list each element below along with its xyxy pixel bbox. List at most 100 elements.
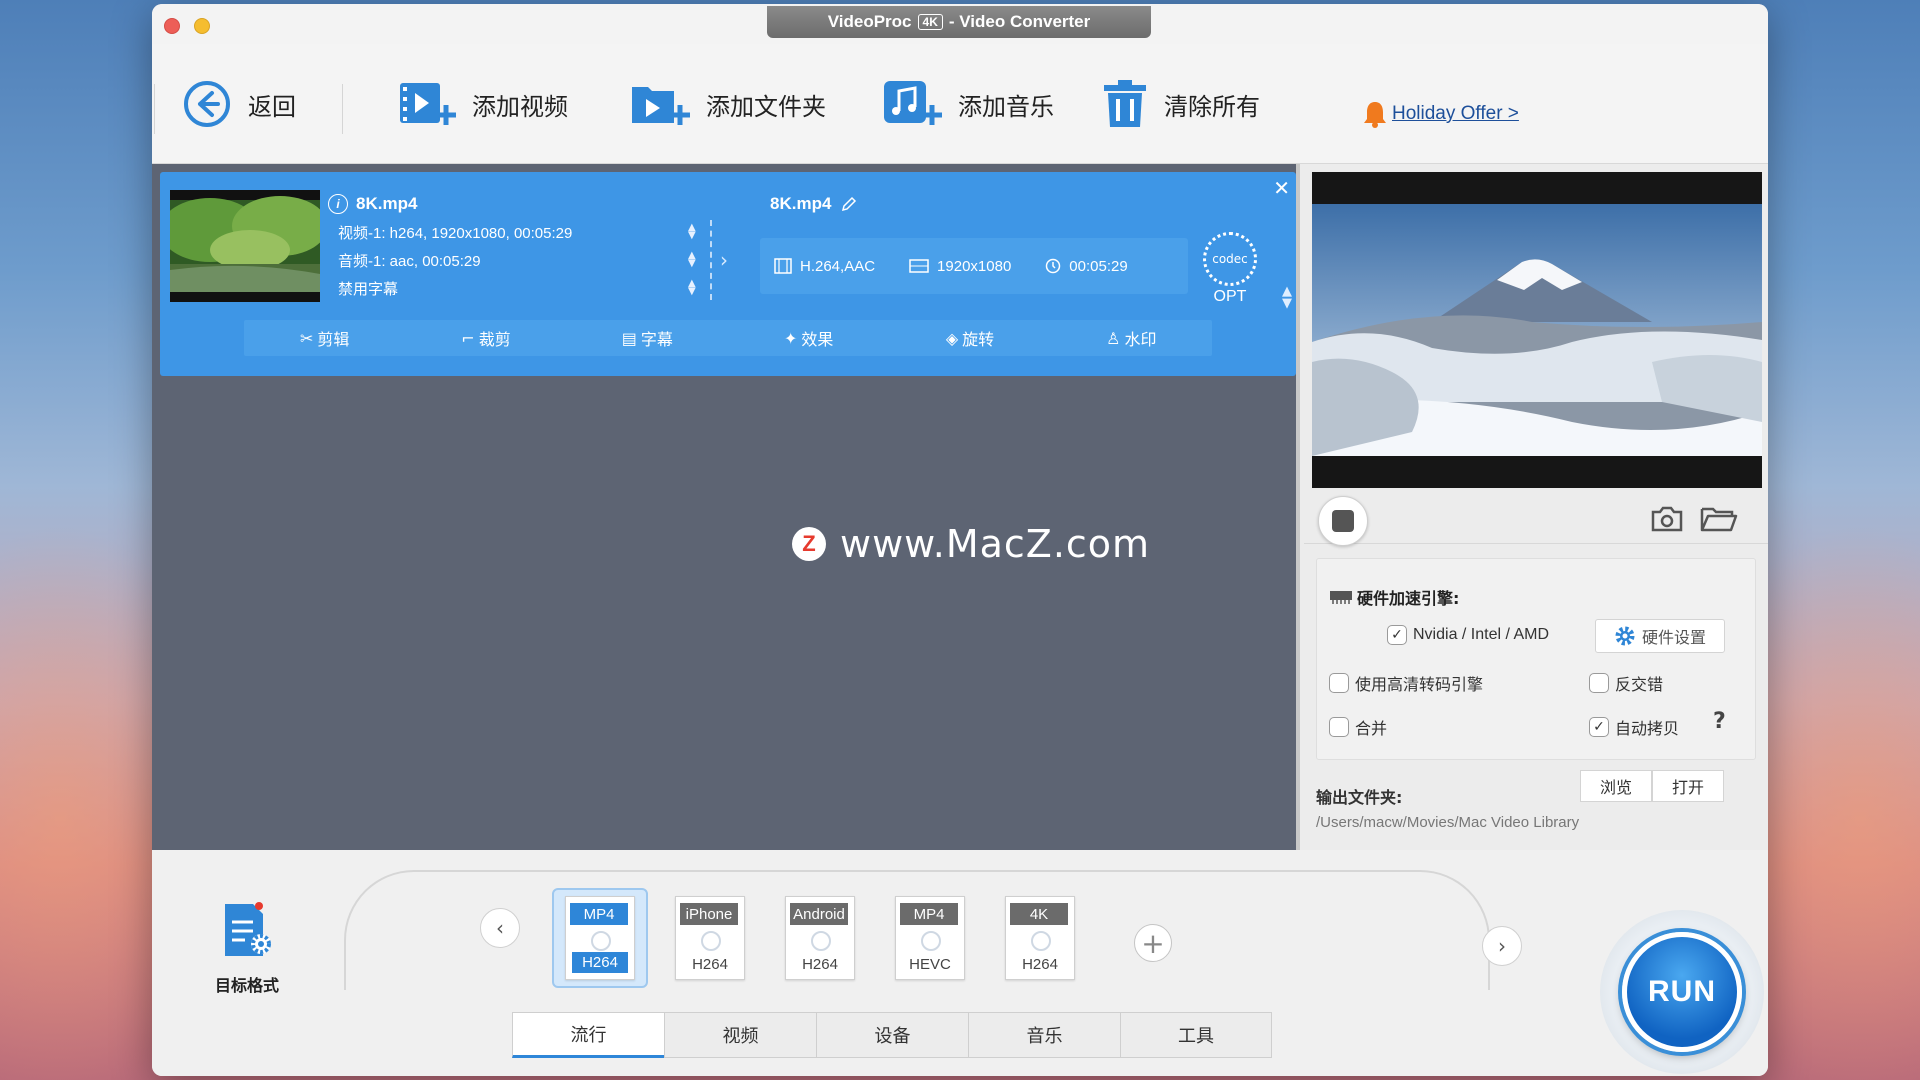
title-prefix: VideoProc [827,12,912,31]
run-button-ring: RUN [1600,910,1764,1074]
format-bar: 目标格式 ‹ MP4 H264 iPhone H264 Android H264… [152,850,1768,1076]
format-top-label: Android [790,903,848,925]
subtitle-label: 字幕 [640,330,673,349]
hq-engine-checkbox[interactable] [1329,673,1349,693]
watermark-button[interactable]: ♙ 水印 [1051,326,1212,350]
deinterlace-label: 反交错 [1615,675,1664,694]
add-music-icon [884,81,942,125]
target-format-label: 目标格式 [214,976,279,995]
output-resolution: 1920x1080 [937,257,1012,275]
output-folder-path: /Users/macw/Movies/Mac Video Library [1316,814,1580,831]
format-preset-android-h264[interactable]: Android H264 [772,888,868,988]
back-arrow-icon [184,81,230,127]
cut-button[interactable]: ✂ 剪辑 [244,326,405,350]
file-item[interactable]: i 8K.mp4 视频-1: h264, 1920x1080, 00:05:29… [160,172,1296,376]
item-scroll-stepper-icon[interactable]: ▲ ▼ [1282,285,1292,310]
title-bar: VideoProc 4K - Video Converter [152,4,1768,44]
auto-copy-label: 自动拷贝 [1615,719,1680,738]
title-badge: 4K [917,14,943,30]
run-button[interactable]: RUN [1622,932,1742,1052]
hw-vendor-row: ✓ Nvidia / Intel / AMD [1387,625,1549,645]
rotate-button[interactable]: ◈ 旋转 [889,326,1050,350]
app-window: VideoProc 4K - Video Converter 返回 添加视频 添… [152,4,1768,1076]
clock-icon [1046,258,1061,274]
opt-label: OPT [1213,288,1247,305]
edit-pencil-icon[interactable] [841,196,857,212]
format-doc-icon: Android H264 [785,896,855,980]
codec-options-button[interactable]: codec OPT [1200,232,1260,312]
merge-checkbox[interactable] [1329,717,1349,737]
trash-icon [1104,80,1146,127]
video-track-select[interactable]: 视频-1: h264, 1920x1080, 00:05:29 [338,222,572,243]
minimize-window-button[interactable] [194,18,210,34]
clear-all-button[interactable]: 清除所有 [1102,74,1260,134]
close-icon[interactable]: ✕ [1273,178,1290,198]
tab-device[interactable]: 设备 [816,1012,968,1058]
site-watermark: Z www.MacZ.com [792,522,1150,566]
target-format-button[interactable]: 目标格式 [202,900,292,996]
subtitle-select[interactable]: 禁用字幕 [338,278,398,299]
info-icon[interactable]: i [328,194,348,214]
clear-all-label: 清除所有 [1164,92,1260,121]
chip-icon [1330,591,1352,604]
add-video-button[interactable]: 添加视频 [398,74,568,134]
format-preset-4k-h264[interactable]: 4K H264 [992,888,1088,988]
subtitle-button[interactable]: ▤ 字幕 [567,326,728,350]
stop-icon [1332,510,1354,532]
watermark-logo: Z [792,527,826,561]
tab-video[interactable]: 视频 [664,1012,816,1058]
browse-button[interactable]: 浏览 [1580,770,1652,802]
format-preset-mp4-hevc[interactable]: MP4 HEVC [882,888,978,988]
tab-tools[interactable]: 工具 [1120,1012,1272,1058]
carousel-next-button[interactable]: › [1482,926,1522,966]
watermark-text: www.MacZ.com [840,522,1151,566]
film-reel-icon [811,931,831,951]
chevron-right-icon: › [720,248,728,272]
chevron-right-icon: › [1498,934,1506,958]
edit-toolbar: ✂ 剪辑 ⌐ 裁剪 ▤ 字幕 ✦ 效果 ◈ 旋转 ♙ 水印 [244,320,1212,356]
help-button[interactable]: ? [1713,709,1726,734]
close-window-button[interactable] [164,18,180,34]
effect-button[interactable]: ✦ 效果 [728,326,889,350]
effect-label: 效果 [801,330,834,349]
auto-copy-row: ✓ 自动拷贝 [1589,715,1679,739]
target-format-icon [225,902,271,956]
tab-popular[interactable]: 流行 [512,1012,664,1058]
add-folder-button[interactable]: 添加文件夹 [630,74,826,134]
add-music-button[interactable]: 添加音乐 [882,74,1054,134]
add-folder-icon [632,87,690,125]
film-reel-icon [591,931,611,951]
format-preset-iphone-h264[interactable]: iPhone H264 [662,888,758,988]
holiday-offer-link[interactable]: Holiday Offer > [1362,100,1519,128]
output-folder-label: 输出文件夹: [1316,788,1403,807]
audio-track-stepper-icon[interactable]: ▲ ▼ [688,251,696,269]
hw-settings-button[interactable]: 硬件设置 [1595,619,1725,653]
subtitle-stepper-icon[interactable]: ▲ ▼ [688,279,696,297]
hw-vendor-checkbox[interactable]: ✓ [1387,625,1407,645]
format-top-label: MP4 [900,903,958,925]
open-button[interactable]: 打开 [1652,770,1724,802]
carousel-prev-button[interactable]: ‹ [480,908,520,948]
hardware-settings-panel: 硬件加速引擎: ✓ Nvidia / Intel / AMD 硬件设置 使用高清… [1316,558,1756,760]
audio-track-select[interactable]: 音频-1: aac, 00:05:29 [338,250,481,271]
tab-music[interactable]: 音乐 [968,1012,1120,1058]
deinterlace-checkbox[interactable] [1589,673,1609,693]
crop-button[interactable]: ⌐ 裁剪 [405,326,566,350]
rotate-label: 旋转 [962,330,995,349]
source-file-name: 8K.mp4 [356,194,418,213]
add-folder-label: 添加文件夹 [706,92,826,121]
folder-open-icon[interactable] [1700,506,1738,532]
crop-label: 裁剪 [478,330,511,349]
camera-icon[interactable] [1650,506,1684,532]
video-track-stepper-icon[interactable]: ▲ ▼ [688,223,696,241]
auto-copy-checkbox[interactable]: ✓ [1589,717,1609,737]
resolution-icon [909,259,929,273]
back-button[interactable]: 返回 [182,74,296,134]
add-format-button[interactable]: + [1134,924,1172,962]
gear-icon [1615,626,1635,646]
video-preview [1312,172,1762,488]
film-icon [774,258,792,274]
format-preset-mp4-h264[interactable]: MP4 H264 [552,888,648,988]
output-info-box[interactable]: H.264,AAC 1920x1080 00:05:29 [760,238,1188,294]
stop-button[interactable] [1318,496,1368,546]
